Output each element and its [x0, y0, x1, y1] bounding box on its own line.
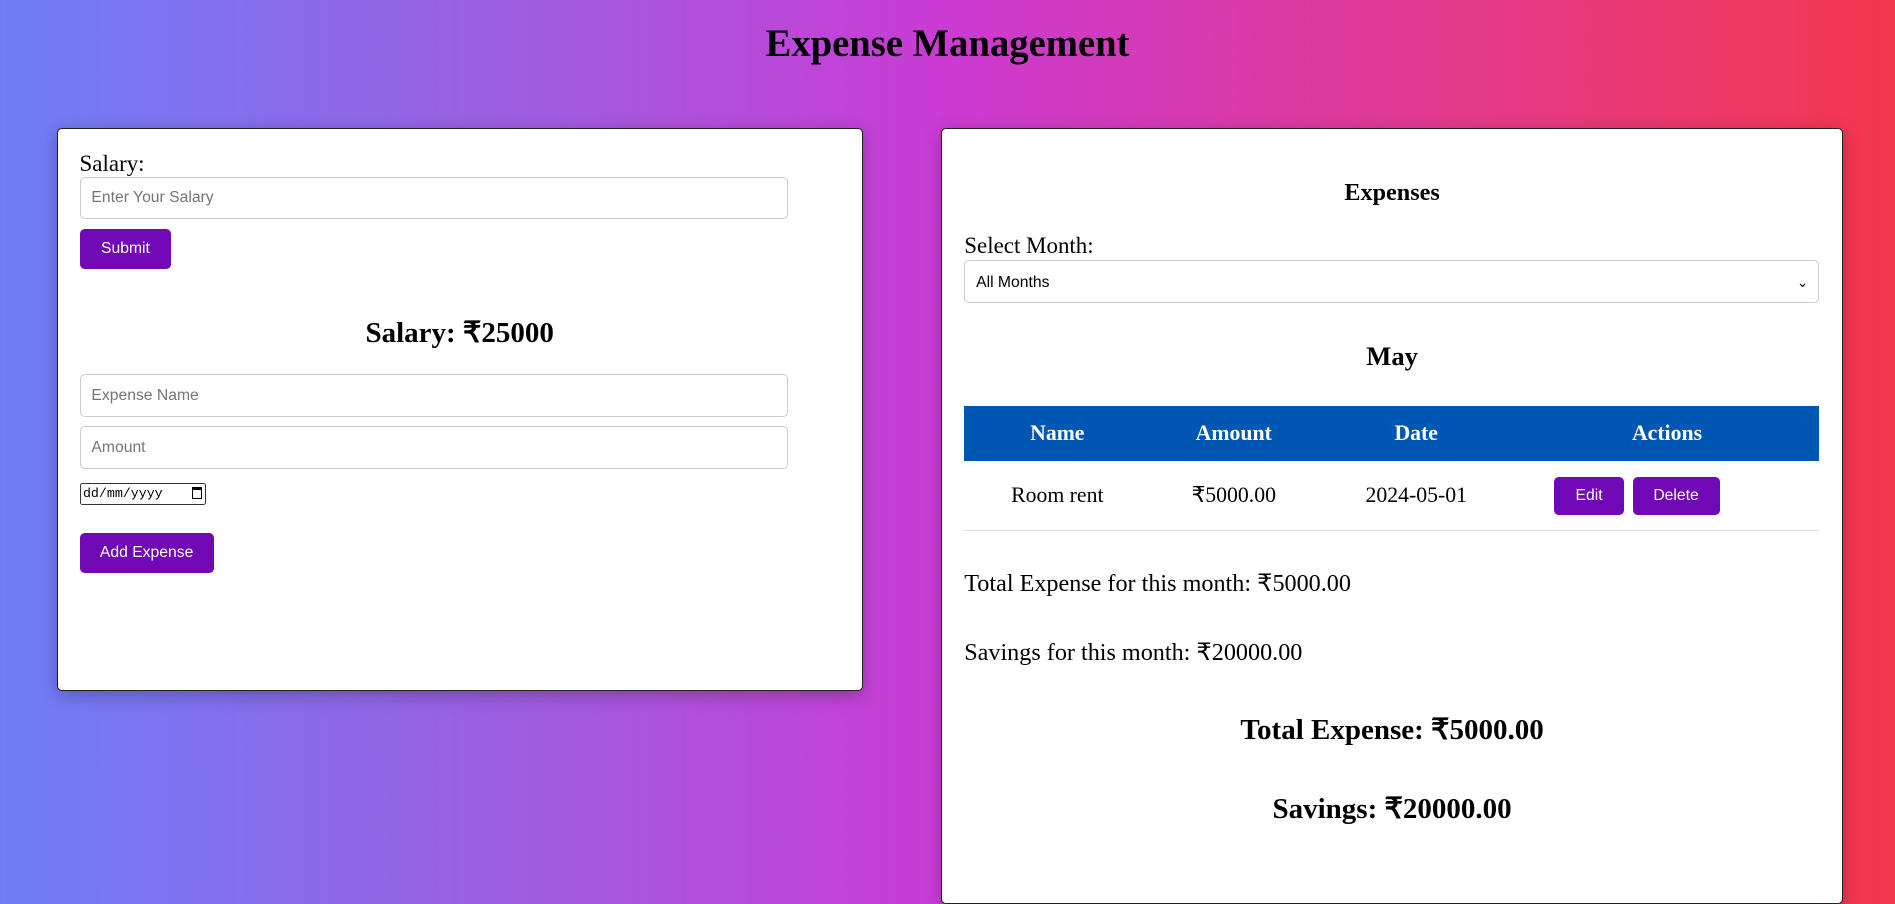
table-header: Name Amount Date Actions [964, 405, 1819, 462]
cell-actions: Edit Delete [1515, 461, 1819, 532]
expense-name-input[interactable] [79, 374, 788, 417]
salary-card: Salary: Submit Salary: ₹25000 dd/mm/yyyy… [56, 128, 863, 691]
col-date: Date [1317, 405, 1516, 462]
date-placeholder: dd/mm/yyyy [82, 486, 163, 502]
month-total-expense: Total Expense for this month: ₹5000.00 [964, 570, 1351, 598]
salary-label: Salary: [79, 150, 145, 176]
date-input[interactable]: dd/mm/yyyy [79, 483, 207, 505]
chevron-down-icon: ⌄ [1796, 274, 1809, 290]
month-select-value: All Months [976, 273, 1050, 291]
cell-date: 2024-05-01 [1317, 461, 1516, 532]
col-actions: Actions [1515, 405, 1819, 462]
submit-button[interactable]: Submit [79, 229, 172, 270]
total-expense: Total Expense: ₹5000.00 [1240, 713, 1544, 746]
month-heading: May [1366, 340, 1418, 371]
expenses-table: Name Amount Date Actions Room rent ₹5000… [964, 405, 1819, 532]
add-expense-button[interactable]: Add Expense [79, 532, 214, 573]
salary-display: Salary: ₹25000 [365, 317, 554, 350]
col-name: Name [964, 405, 1151, 462]
salary-input[interactable] [79, 177, 788, 219]
col-amount: Amount [1150, 405, 1318, 462]
total-savings: Savings: ₹20000.00 [1272, 793, 1512, 826]
month-label: Select Month: [964, 233, 1094, 259]
page-title: Expense Management [765, 22, 1130, 65]
delete-button[interactable]: Delete [1632, 476, 1720, 516]
calendar-icon[interactable] [192, 486, 202, 499]
month-select[interactable]: All Months ⌄ [964, 259, 1819, 304]
edit-button[interactable]: Edit [1554, 476, 1625, 516]
cell-amount: ₹5000.00 [1150, 461, 1318, 532]
cell-name: Room rent [964, 461, 1151, 532]
expenses-heading: Expenses [1344, 178, 1440, 206]
month-savings: Savings for this month: ₹20000.00 [964, 638, 1303, 666]
amount-input[interactable] [79, 426, 788, 469]
expenses-card: Expenses Select Month: All Months ⌄ May … [941, 128, 1843, 904]
table-row: Room rent ₹5000.00 2024-05-01 Edit Delete [964, 461, 1819, 532]
